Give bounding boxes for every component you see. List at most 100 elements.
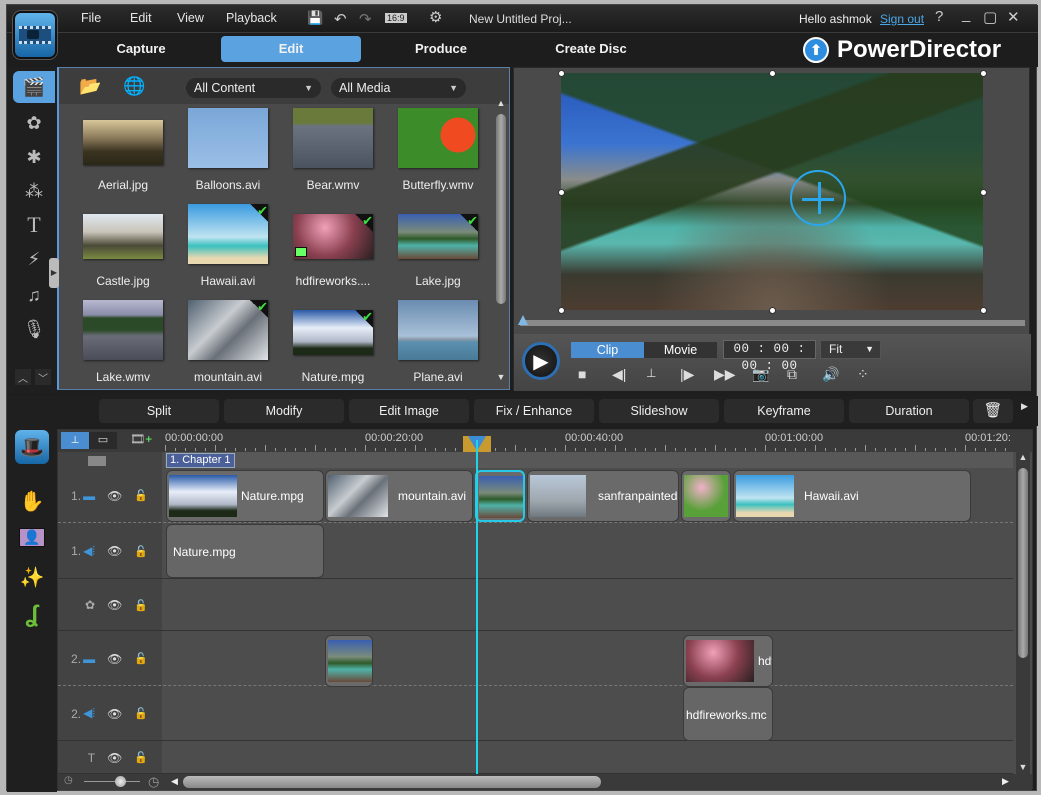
keyframe-button[interactable]: Keyframe bbox=[724, 399, 844, 423]
resize-handle[interactable] bbox=[980, 189, 987, 196]
scroll-left-arrow-icon[interactable]: ◀ bbox=[171, 776, 178, 787]
timeline-clip[interactable] bbox=[681, 470, 731, 522]
effect-room-icon[interactable]: ✿ bbox=[13, 107, 55, 139]
resize-handle[interactable] bbox=[980, 307, 987, 314]
timeline-clip[interactable]: mountain.avi bbox=[325, 470, 473, 522]
timeline-clip[interactable]: sanfranpaintedl bbox=[527, 470, 679, 522]
help-button[interactable]: ? bbox=[935, 8, 943, 25]
play-button[interactable]: ▶ bbox=[522, 342, 560, 380]
movie-mode-button[interactable]: Movie bbox=[644, 342, 717, 358]
split-button[interactable]: Split bbox=[99, 399, 219, 423]
stop-icon[interactable]: ■ bbox=[578, 366, 586, 382]
delete-trash-icon[interactable]: 🗑 bbox=[973, 399, 1013, 423]
slideshow-button[interactable]: Slideshow bbox=[599, 399, 719, 423]
fast-forward-icon[interactable]: ▶▶ bbox=[714, 366, 736, 383]
media-item[interactable]: Bear.wmv bbox=[285, 108, 381, 200]
settings-gear-icon[interactable]: ⚙ bbox=[429, 8, 442, 26]
scroll-down-icon[interactable]: ﹀ bbox=[35, 369, 51, 385]
scroll-down-arrow-icon[interactable]: ▼ bbox=[1016, 762, 1030, 772]
save-icon[interactable]: 💾 bbox=[307, 10, 323, 26]
content-filter-dropdown[interactable]: All Content ▼ bbox=[186, 78, 321, 98]
dual-preview-icon[interactable]: ⧉ bbox=[787, 366, 797, 383]
media-room-icon[interactable]: 🎬 bbox=[13, 71, 55, 103]
resize-handle[interactable] bbox=[558, 307, 565, 314]
scroll-up-arrow-icon[interactable]: ▲ bbox=[496, 98, 506, 108]
more-arrow-icon[interactable]: ▶ bbox=[1021, 401, 1028, 412]
timeline-view-icon[interactable]: ⊥ bbox=[61, 432, 89, 449]
position-crosshair-icon[interactable] bbox=[790, 170, 846, 226]
timeline-clip[interactable]: Hawaii.avi bbox=[733, 470, 971, 522]
scroll-down-arrow-icon[interactable]: ▼ bbox=[496, 372, 506, 382]
next-frame-icon[interactable]: |▶ bbox=[680, 366, 694, 383]
tab-create-disc[interactable]: Create Disc bbox=[521, 36, 661, 62]
preview-image[interactable] bbox=[561, 73, 983, 310]
pip-objects-room-icon[interactable]: ✱ bbox=[13, 141, 55, 173]
playhead[interactable] bbox=[476, 440, 478, 774]
media-item[interactable]: Lake.wmv bbox=[75, 300, 171, 392]
timeline-audio-clip[interactable]: Nature.mpg bbox=[166, 524, 324, 578]
resize-handle[interactable] bbox=[558, 189, 565, 196]
zoom-out-clock-icon[interactable]: ◷ bbox=[64, 775, 73, 786]
resize-handle[interactable] bbox=[769, 70, 776, 77]
scroll-up-arrow-icon[interactable]: ▲ bbox=[1016, 452, 1030, 462]
edit-image-button[interactable]: Edit Image bbox=[349, 399, 469, 423]
timecode-display[interactable]: 00 : 00 : 00 : 00 bbox=[723, 340, 816, 373]
minimize-button[interactable]: _ bbox=[962, 6, 970, 23]
maximize-button[interactable]: ▢ bbox=[983, 8, 997, 26]
clip-mode-button[interactable]: Clip bbox=[571, 342, 644, 358]
preview-options-icon[interactable]: ⁘ bbox=[857, 366, 869, 383]
time-ruler[interactable]: 00:00:00:00 00:00:20:00 00:00:40:00 00:01:0… bbox=[165, 430, 1013, 452]
media-filter-dropdown[interactable]: All Media ▼ bbox=[331, 78, 466, 98]
sign-out-link[interactable]: Sign out bbox=[880, 12, 924, 26]
scroll-thumb[interactable] bbox=[1018, 468, 1028, 658]
snapshot-camera-icon[interactable]: 📷 bbox=[752, 366, 769, 383]
zoom-in-clock-icon[interactable]: ◷ bbox=[148, 774, 159, 790]
library-scrollbar[interactable]: ▲ ▼ bbox=[496, 98, 506, 382]
tab-capture[interactable]: Capture bbox=[71, 36, 211, 62]
media-item[interactable]: Castle.jpg bbox=[75, 204, 171, 296]
timeline-clip[interactable]: Nature.mpg bbox=[166, 470, 324, 522]
timeline-audio-clip[interactable]: hdfireworks.mc bbox=[683, 687, 773, 741]
pip-designer-icon[interactable]: 👤 bbox=[15, 520, 49, 554]
resize-handle[interactable] bbox=[558, 70, 565, 77]
media-item[interactable]: Balloons.avi bbox=[180, 108, 276, 200]
voice-over-room-icon[interactable]: 🎙 bbox=[13, 313, 55, 345]
media-item[interactable]: ✔ Lake.jpg bbox=[390, 204, 486, 296]
seek-handle[interactable] bbox=[518, 315, 528, 325]
menu-view[interactable]: View bbox=[177, 11, 204, 25]
horizontal-scroll-thumb[interactable] bbox=[183, 776, 601, 788]
chapter-marker[interactable]: 1. Chapter 1 bbox=[166, 453, 235, 468]
fix-enhance-button[interactable]: Fix / Enhance bbox=[474, 399, 594, 423]
timeline-clip[interactable] bbox=[325, 635, 373, 687]
timeline-clip[interactable]: hdf bbox=[683, 635, 773, 687]
menu-playback[interactable]: Playback bbox=[226, 11, 277, 25]
preview-seek-slider[interactable] bbox=[518, 315, 1025, 326]
modify-button[interactable]: Modify bbox=[224, 399, 344, 423]
redo-icon[interactable]: ↷ bbox=[359, 10, 372, 28]
title-room-icon[interactable]: T bbox=[13, 209, 55, 241]
media-item[interactable]: ✔ mountain.avi bbox=[180, 300, 276, 392]
volume-icon[interactable]: 🔊 bbox=[822, 366, 839, 383]
storyboard-view-icon[interactable]: ▭ bbox=[89, 432, 117, 449]
tools-hand-icon[interactable]: ✋ bbox=[15, 484, 49, 518]
tab-edit[interactable]: Edit bbox=[221, 36, 361, 62]
scroll-right-arrow-icon[interactable]: ▶ bbox=[1002, 776, 1009, 787]
zoom-fit-dropdown[interactable]: Fit ▼ bbox=[820, 340, 881, 359]
library-expand-handle[interactable]: ▶ bbox=[49, 258, 59, 288]
timeline-marker-icon[interactable]: ⊥ bbox=[646, 366, 656, 380]
media-item[interactable]: Butterfly.wmv bbox=[390, 108, 486, 200]
audio-tools-icon[interactable]: ʆ bbox=[15, 598, 49, 632]
magic-tools-wand-icon[interactable]: ✨ bbox=[15, 560, 49, 594]
close-button[interactable]: ✕ bbox=[1007, 8, 1020, 26]
undo-icon[interactable]: ↶ bbox=[334, 10, 347, 28]
menu-file[interactable]: File bbox=[81, 11, 101, 25]
scroll-up-icon[interactable]: ︿ bbox=[15, 369, 31, 385]
previous-frame-icon[interactable]: ◀| bbox=[612, 366, 626, 383]
timeline-vertical-scrollbar[interactable]: ▲ ▼ bbox=[1016, 452, 1030, 774]
media-item[interactable]: Aerial.jpg bbox=[75, 108, 171, 200]
zoom-slider-handle[interactable] bbox=[115, 776, 126, 787]
particle-room-icon[interactable]: ⁂ bbox=[13, 175, 55, 207]
magic-movie-wizard-icon[interactable]: 🎩 bbox=[15, 430, 49, 464]
media-item[interactable]: ✔ Nature.mpg bbox=[285, 300, 381, 392]
add-track-icon[interactable]: 🎞+ bbox=[130, 432, 152, 446]
